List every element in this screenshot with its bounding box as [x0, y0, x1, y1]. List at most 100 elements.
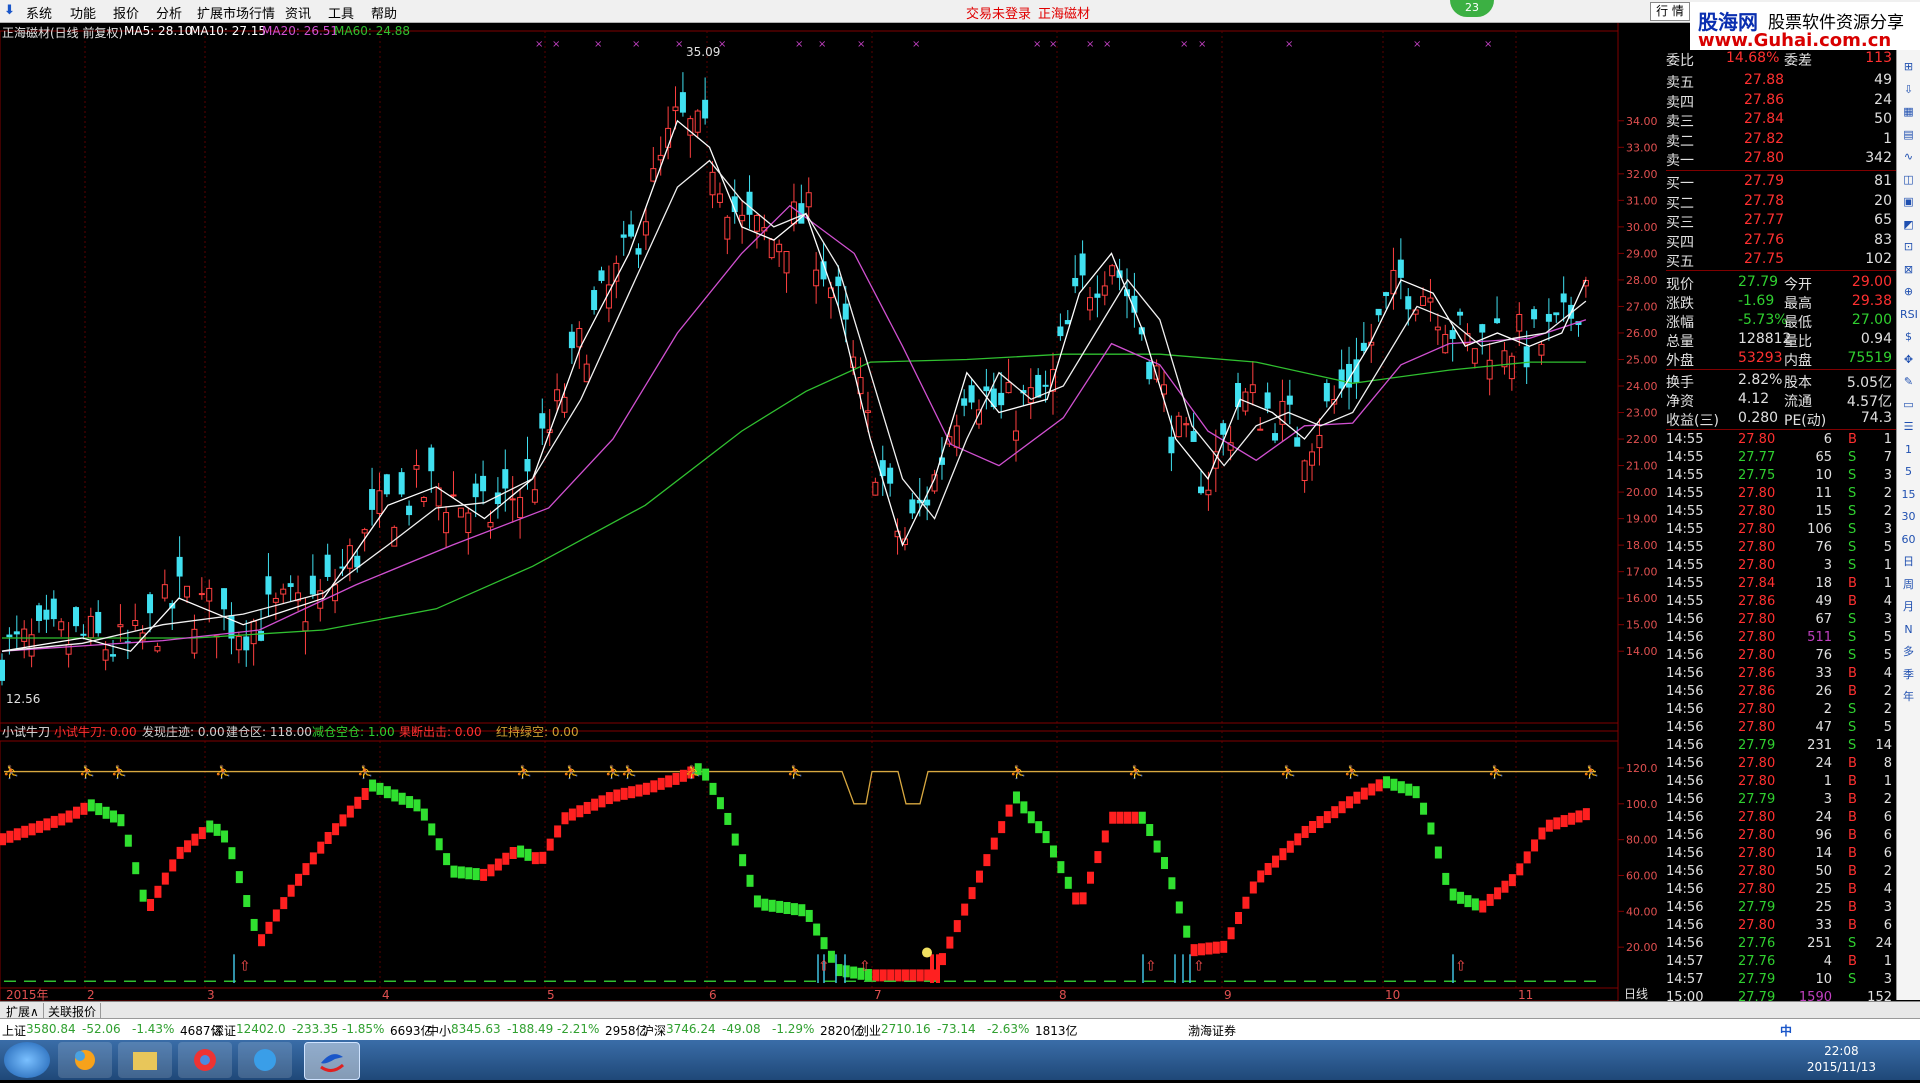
osc-bar — [961, 903, 969, 916]
tool-icon[interactable]: ∿ — [1900, 148, 1917, 165]
tool-icon[interactable]: 1 — [1900, 441, 1917, 458]
tool-icon[interactable]: ⊡ — [1900, 238, 1917, 255]
osc-bar — [813, 923, 821, 936]
osc-bar — [198, 827, 206, 840]
osc-bar — [87, 799, 95, 812]
quote-mode-button[interactable]: 行 情 — [1650, 2, 1690, 21]
app-icon[interactable]: ⬇ — [4, 3, 15, 18]
tool-icon[interactable]: 年 — [1900, 688, 1917, 705]
tool-icon[interactable]: ☰ — [1900, 418, 1917, 435]
tool-icon[interactable]: $ — [1900, 328, 1917, 345]
runner-icon: ⛹ — [357, 764, 373, 781]
start-button[interactable] — [4, 1042, 50, 1078]
fund-value: 4.12 — [1738, 391, 1770, 407]
stat-value-2: 0.94 — [1860, 331, 1892, 347]
tool-icon[interactable]: ▦ — [1900, 103, 1917, 120]
tick-time: 14:56 — [1666, 738, 1704, 753]
tool-icon[interactable]: ✥ — [1900, 351, 1917, 368]
stat-value-2: 75519 — [1847, 350, 1892, 366]
tool-icon[interactable]: ▭ — [1900, 396, 1917, 413]
tool-icon[interactable]: 多 — [1900, 643, 1917, 660]
tool-icon[interactable]: ▤ — [1900, 126, 1917, 143]
tick-time: 14:56 — [1666, 846, 1704, 861]
tool-icon[interactable]: 周 — [1900, 576, 1917, 593]
signal-marker: × — [632, 39, 640, 50]
tick-count: 1 — [1883, 558, 1892, 573]
period-label[interactable]: 日线 — [1624, 987, 1648, 1001]
tick-count: 2 — [1883, 486, 1892, 501]
taskbar-stock-app[interactable] — [304, 1042, 360, 1080]
tool-icon[interactable]: ⊠ — [1900, 261, 1917, 278]
tick-row: 14:55 27.80 6 B 1 — [1666, 432, 1896, 450]
candle-body — [635, 248, 642, 255]
taskbar-explorer[interactable] — [118, 1042, 172, 1078]
buy-arrow-icon: ⇧ — [1193, 958, 1205, 974]
menu-function[interactable]: 功能 — [70, 3, 96, 22]
tool-icon[interactable]: ✎ — [1900, 373, 1917, 390]
menu-help[interactable]: 帮助 — [371, 3, 397, 22]
tool-icon[interactable]: 季 — [1900, 666, 1917, 683]
menu-analysis[interactable]: 分析 — [156, 3, 182, 22]
sell-row: 卖五 27.88 49 — [1666, 72, 1896, 91]
menu-system[interactable]: 系统 — [26, 3, 52, 22]
ime-indicator[interactable]: 中 — [1780, 1022, 1792, 1039]
quote-panel: 委比 14.68% 委差 113 卖五 27.88 49 卖四 27.86 24 卖三 27.84 50… — [1666, 50, 1896, 1022]
buy-row: 买二 27.78 20 — [1666, 193, 1896, 212]
candle-body — [776, 243, 783, 253]
osc-bar — [1501, 880, 1509, 893]
tool-icon[interactable]: 30 — [1900, 508, 1917, 525]
taskbar-app-1[interactable] — [58, 1042, 112, 1078]
osc-bar — [901, 969, 909, 982]
tick-row: 14:55 27.84 18 B 1 — [1666, 576, 1896, 594]
tick-row: 14:56 27.79 231 S 14 — [1666, 738, 1896, 756]
tool-icon[interactable]: ⊞ — [1900, 58, 1917, 75]
tool-icon[interactable]: RSI — [1900, 306, 1918, 323]
osc-bar — [1412, 786, 1420, 799]
tool-icon[interactable]: ⊕ — [1900, 283, 1917, 300]
taskbar-chrome[interactable] — [178, 1042, 232, 1078]
tool-icon[interactable]: 60 — [1900, 531, 1917, 548]
sell-volume: 49 — [1874, 72, 1892, 88]
osc-bar — [583, 801, 591, 814]
candle-body — [628, 224, 635, 237]
osc-bar — [605, 792, 613, 805]
tool-icon[interactable]: ◫ — [1900, 171, 1917, 188]
candle-body — [472, 483, 479, 498]
tool-icon[interactable]: ▣ — [1900, 193, 1917, 210]
tool-icon[interactable]: 月 — [1900, 598, 1917, 615]
y-tick-label: 23.00 — [1626, 407, 1658, 420]
taskbar-ie[interactable] — [238, 1042, 292, 1078]
osc-bar — [361, 787, 369, 800]
x-tick-label: 7 — [874, 988, 882, 1001]
candle-body — [250, 620, 257, 645]
login-status[interactable]: 交易未登录 — [966, 3, 1031, 22]
tool-icon[interactable]: ◩ — [1900, 216, 1917, 233]
tick-volume: 251 — [1807, 936, 1832, 951]
tick-row: 14:56 27.79 3 B 2 — [1666, 792, 1896, 810]
tool-icon[interactable]: ⇩ — [1900, 81, 1917, 98]
tick-row: 14:56 27.80 50 B 2 — [1666, 864, 1896, 882]
candle-body — [287, 583, 294, 587]
tool-icon[interactable]: 15 — [1900, 486, 1917, 503]
candle-body — [679, 92, 686, 113]
osc-bar — [124, 834, 132, 847]
osc-bar — [731, 833, 739, 846]
menu-tools[interactable]: 工具 — [328, 3, 354, 22]
osc-bar — [272, 909, 280, 922]
tool-icon[interactable]: N — [1900, 621, 1917, 638]
osc-bar — [665, 775, 673, 788]
taskbar-clock[interactable]: 22:08 2015/11/13 — [1807, 1043, 1876, 1075]
tick-volume: 3 — [1823, 558, 1832, 573]
tick-side: S — [1848, 738, 1857, 753]
menu-extended-market[interactable]: 扩展市场行情 — [197, 3, 275, 22]
menu-quote[interactable]: 报价 — [113, 3, 139, 22]
chart-area[interactable]: 34.00 33.00 32.00 31.00 30.00 29.00 28.00 27.00… — [0, 23, 1666, 1001]
index-value: 3580.84 — [26, 1022, 76, 1036]
stat-label-2: 内盘 — [1784, 353, 1812, 369]
menu-news[interactable]: 资讯 — [285, 3, 311, 22]
tool-icon[interactable]: 日 — [1900, 553, 1917, 570]
main-chart-legend: 正海磁材(日线 前复权) MA5: 28.10 MA10: 27.15 MA20… — [2, 24, 1602, 40]
tick-volume: 25 — [1815, 900, 1832, 915]
weibi-value: 14.68% — [1726, 50, 1780, 66]
tool-icon[interactable]: 5 — [1900, 463, 1917, 480]
